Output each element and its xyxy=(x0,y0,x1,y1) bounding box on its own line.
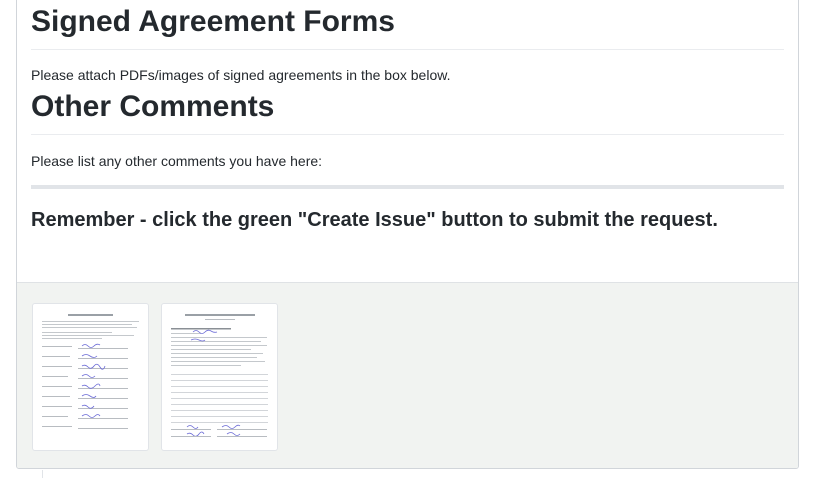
other-comments-heading: Other Comments xyxy=(31,90,784,135)
attachment-thumbnail-1[interactable] xyxy=(32,303,149,451)
attachment-dropzone[interactable] xyxy=(17,282,798,468)
signed-agreement-heading: Signed Agreement Forms xyxy=(31,5,784,50)
attachment-thumbnail-2[interactable] xyxy=(161,303,278,451)
issue-body-card: Signed Agreement Forms Please attach PDF… xyxy=(16,0,799,469)
section-divider xyxy=(31,185,784,189)
create-issue-reminder: Remember - click the green "Create Issue… xyxy=(31,209,718,231)
document-thumbnail-icon xyxy=(38,310,143,444)
document-thumbnail-icon xyxy=(167,310,272,444)
signed-agreement-note: Please attach PDFs/images of signed agre… xyxy=(31,67,451,83)
other-comments-note: Please list any other comments you have … xyxy=(31,153,323,169)
issue-body-content: Signed Agreement Forms Please attach PDF… xyxy=(17,5,798,233)
scroll-tick xyxy=(42,470,43,478)
